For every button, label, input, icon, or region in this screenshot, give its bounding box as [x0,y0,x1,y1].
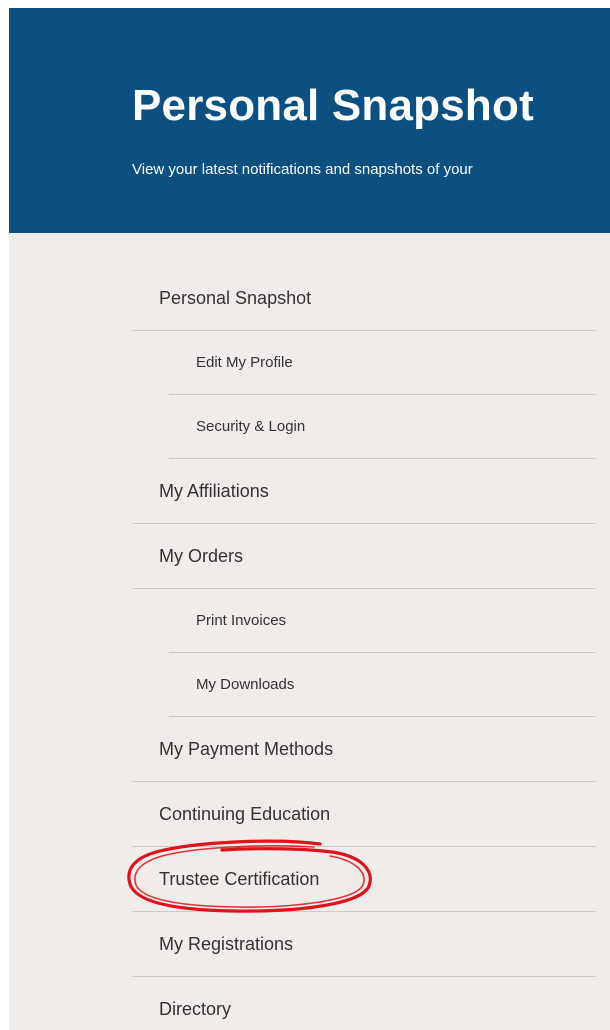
page-title: Personal Snapshot [132,81,534,130]
account-side-menu: Personal Snapshot Edit My Profile Securi… [132,266,596,1030]
menu-item-my-registrations[interactable]: My Registrations [132,912,596,977]
menu-item-my-affiliations[interactable]: My Affiliations [132,459,596,524]
menu-item-my-payment-methods[interactable]: My Payment Methods [132,717,596,782]
page-header: Personal Snapshot View your latest notif… [9,8,610,233]
menu-item-continuing-education[interactable]: Continuing Education [132,782,596,847]
page-subtitle: View your latest notifications and snaps… [132,161,473,178]
menu-item-print-invoices[interactable]: Print Invoices [169,589,596,653]
menu-item-directory[interactable]: Directory [132,977,596,1030]
menu-item-personal-snapshot[interactable]: Personal Snapshot [132,266,596,331]
content-area: Personal Snapshot Edit My Profile Securi… [9,233,610,1030]
page: Personal Snapshot View your latest notif… [0,0,610,1030]
menu-item-my-orders[interactable]: My Orders [132,524,596,589]
menu-item-my-downloads[interactable]: My Downloads [169,653,596,717]
menu-item-trustee-certification[interactable]: Trustee Certification [132,847,596,912]
menu-item-security-login[interactable]: Security & Login [169,395,596,459]
menu-item-edit-my-profile[interactable]: Edit My Profile [169,331,596,395]
